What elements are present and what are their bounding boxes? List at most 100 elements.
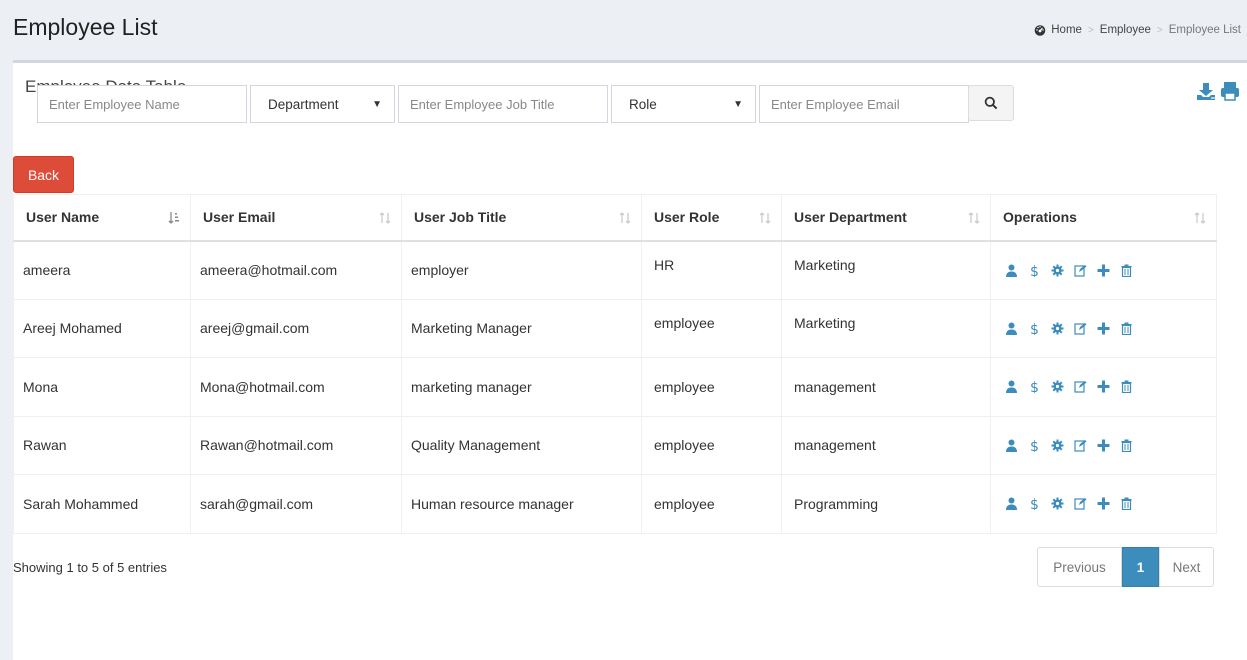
job-title-cell: Marketing Manager	[401, 298, 642, 358]
sort-icon	[619, 212, 631, 224]
edit-icon[interactable]	[1074, 439, 1087, 452]
back-button[interactable]: Back	[13, 156, 74, 193]
user-role-cell: employee	[641, 474, 782, 534]
trash-icon[interactable]	[1120, 322, 1133, 335]
gear-icon[interactable]	[1051, 380, 1064, 393]
role-select[interactable]: Role ▼	[611, 85, 756, 123]
page-title: Employee List	[13, 14, 158, 40]
dollar-icon[interactable]: $	[1028, 322, 1041, 338]
chevron-down-icon: ▼	[733, 98, 743, 110]
svg-text:$: $	[1030, 264, 1039, 277]
svg-text:$: $	[1030, 439, 1039, 452]
breadcrumb-home[interactable]: Home	[1051, 24, 1082, 36]
breadcrumb-separator: >	[1156, 24, 1163, 36]
department-cell: management	[781, 415, 991, 475]
breadcrumb-current: Employee List	[1168, 24, 1241, 36]
role-select-value: Role	[629, 96, 657, 112]
gear-icon[interactable]	[1051, 497, 1064, 510]
dollar-icon[interactable]: $	[1028, 497, 1041, 513]
operations-group: $	[1000, 322, 1207, 338]
edit-icon[interactable]	[1074, 497, 1087, 510]
column-header-user-email[interactable]: User Email	[190, 194, 402, 242]
dollar-icon[interactable]: $	[1028, 264, 1041, 280]
job-title-cell: Quality Management	[401, 415, 642, 475]
previous-button[interactable]: Previous	[1037, 547, 1122, 587]
employee-name-input[interactable]	[37, 85, 247, 123]
column-header-user-role[interactable]: User Role	[641, 194, 782, 242]
operations-cell: $	[990, 474, 1217, 534]
department-select[interactable]: Department ▼	[250, 85, 395, 123]
department-cell: Programming	[781, 474, 991, 534]
sort-icon	[1194, 212, 1206, 224]
download-icon[interactable]	[1195, 80, 1217, 102]
gear-icon[interactable]	[1051, 322, 1064, 335]
user-icon[interactable]	[1005, 264, 1018, 277]
user-icon[interactable]	[1005, 439, 1018, 452]
department-select-value: Department	[268, 96, 339, 112]
trash-icon[interactable]	[1120, 497, 1133, 511]
column-header-user-name[interactable]: User Name	[13, 194, 191, 242]
breadcrumb-separator: >	[1087, 24, 1094, 36]
operations-cell: $	[990, 415, 1217, 475]
table-row: Areej Mohamed areej@gmail.com Marketing Ma…	[13, 298, 1217, 358]
operations-cell: $	[990, 240, 1217, 300]
page-header: Employee List Home > Employee > Employee…	[0, 0, 1247, 58]
user-email-cell: areej@gmail.com	[190, 298, 402, 358]
user-role-cell: HR	[641, 240, 782, 300]
operations-group: $	[1000, 497, 1207, 513]
edit-icon[interactable]	[1074, 322, 1087, 335]
operations-group: $	[1000, 380, 1207, 396]
user-email-cell: ameera@hotmail.com	[190, 240, 402, 300]
table-info: Showing 1 to 5 of 5 entries	[13, 560, 167, 575]
employee-table: User Name User Email User Job Title User…	[13, 194, 1217, 534]
plus-icon[interactable]	[1097, 439, 1110, 452]
user-name-cell: ameera	[13, 240, 191, 300]
print-icon[interactable]	[1219, 80, 1241, 102]
pagination: Previous 1 Next	[1037, 547, 1214, 587]
svg-text:$: $	[1030, 380, 1039, 393]
column-header-job-title[interactable]: User Job Title	[401, 194, 642, 242]
sort-icon	[379, 212, 391, 224]
dollar-icon[interactable]: $	[1028, 439, 1041, 455]
email-input[interactable]	[759, 85, 969, 123]
operations-group: $	[1000, 439, 1207, 455]
user-icon[interactable]	[1005, 380, 1018, 394]
job-title-input[interactable]	[398, 85, 608, 123]
plus-icon[interactable]	[1097, 322, 1110, 335]
user-name-cell: Areej Mohamed	[13, 298, 191, 358]
user-icon[interactable]	[1005, 497, 1018, 511]
gear-icon[interactable]	[1051, 264, 1064, 277]
job-title-cell: Human resource manager	[401, 474, 642, 534]
operations-cell: $	[990, 357, 1217, 417]
plus-icon[interactable]	[1097, 264, 1110, 277]
operations-group: $	[1000, 264, 1207, 280]
edit-icon[interactable]	[1074, 380, 1087, 393]
table-row: Mona Mona@hotmail.com marketing manager emp…	[13, 357, 1217, 417]
page-1-button[interactable]: 1	[1122, 547, 1159, 587]
plus-icon[interactable]	[1097, 380, 1110, 393]
breadcrumb-employee[interactable]: Employee	[1100, 24, 1151, 36]
user-name-cell: Mona	[13, 357, 191, 417]
department-cell: management	[781, 357, 991, 417]
dollar-icon[interactable]: $	[1028, 380, 1041, 396]
table-row: Sarah Mohammed sarah@gmail.com Human resou…	[13, 474, 1217, 534]
column-header-department[interactable]: User Department	[781, 194, 991, 242]
edit-icon[interactable]	[1074, 264, 1087, 277]
search-icon	[984, 96, 998, 110]
trash-icon[interactable]	[1120, 264, 1133, 277]
svg-text:$: $	[1030, 322, 1039, 335]
trash-icon[interactable]	[1120, 380, 1133, 394]
user-icon[interactable]	[1005, 322, 1018, 335]
plus-icon[interactable]	[1097, 497, 1110, 510]
user-email-cell: Mona@hotmail.com	[190, 357, 402, 417]
column-header-operations[interactable]: Operations	[990, 194, 1217, 242]
user-role-cell: employee	[641, 357, 782, 417]
gear-icon[interactable]	[1051, 439, 1064, 452]
table-row: ameera ameera@hotmail.com employer HR Market…	[13, 240, 1217, 300]
next-button[interactable]: Next	[1159, 547, 1214, 587]
trash-icon[interactable]	[1120, 439, 1133, 452]
department-cell: Marketing	[781, 298, 991, 358]
svg-text:$: $	[1030, 497, 1039, 510]
search-button[interactable]	[968, 85, 1014, 121]
user-email-cell: Rawan@hotmail.com	[190, 415, 402, 475]
